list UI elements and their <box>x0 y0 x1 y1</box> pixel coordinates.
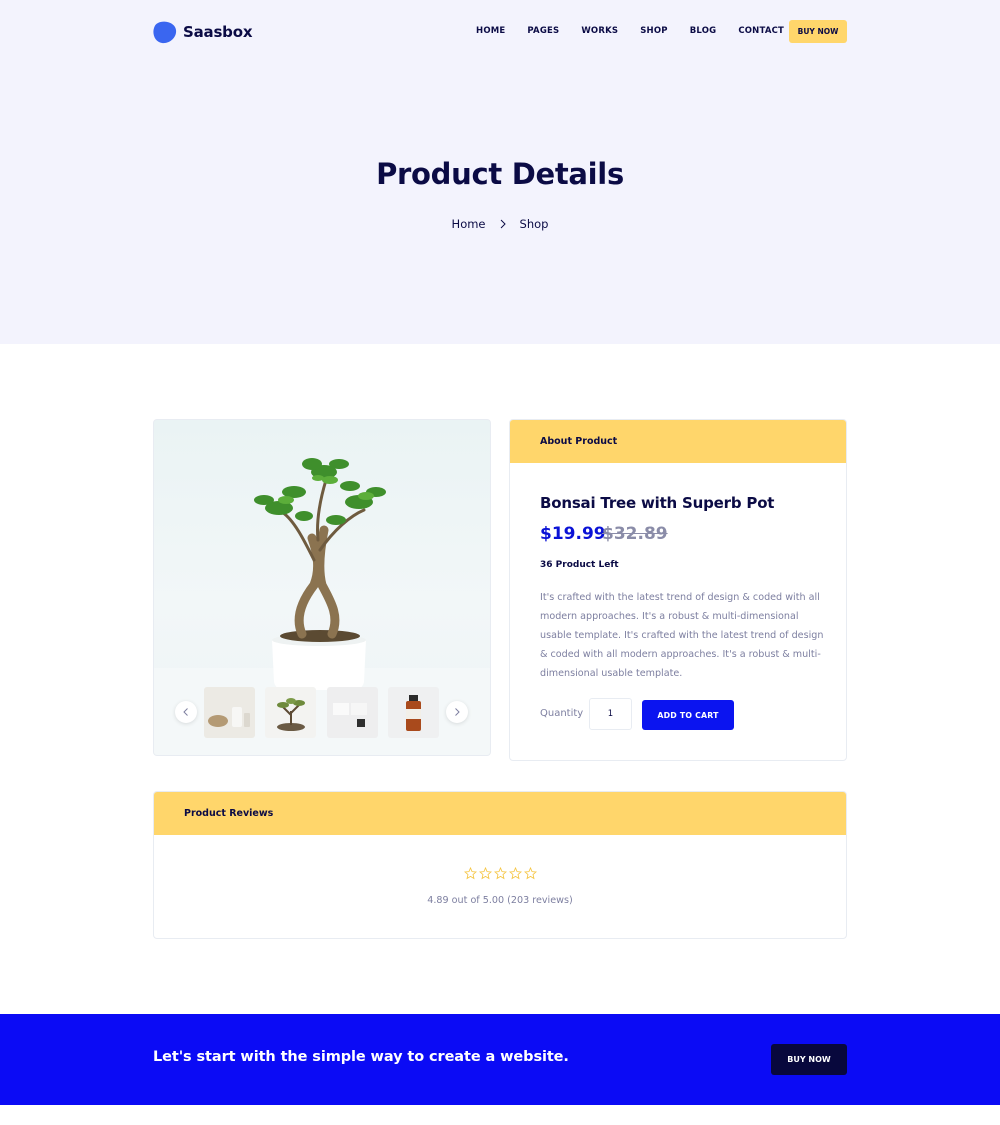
logo-icon <box>153 21 177 44</box>
product-name: Bonsai Tree with Superb Pot <box>540 494 775 512</box>
chevron-right-icon <box>500 219 506 229</box>
page-title: Product Details <box>376 157 624 191</box>
main-nav: HOME PAGES WORKS SHOP BLOG CONTACT <box>476 20 806 42</box>
thumbnail-1[interactable] <box>204 687 255 738</box>
cta-text: Let's start with the simple way to creat… <box>153 1049 569 1065</box>
about-product-card: About Product Bonsai Tree with Superb Po… <box>509 419 847 761</box>
gallery-next-button[interactable] <box>446 701 468 723</box>
thumb-bottle-image <box>388 687 439 738</box>
nav-item-home[interactable]: HOME <box>476 26 505 36</box>
thumbnail-2[interactable] <box>265 687 316 738</box>
nav-item-shop[interactable]: SHOP <box>640 26 668 36</box>
stock-count: 36 Product Left <box>540 560 619 570</box>
thumb-bonsai-image <box>265 687 316 738</box>
nav-item-works[interactable]: WORKS <box>581 26 618 36</box>
product-reviews-card: Product Reviews 4.89 out of 5.00 (203 re… <box>153 791 847 939</box>
add-to-cart-button[interactable]: ADD TO CART <box>642 700 734 730</box>
product-price: $19.99 <box>540 524 606 544</box>
star-icon <box>523 867 537 880</box>
product-reviews-header: Product Reviews <box>154 792 846 835</box>
thumb-boxes-image <box>327 687 378 738</box>
star-icon <box>478 867 492 880</box>
brand-name: Saasbox <box>183 23 253 41</box>
chevron-left-icon <box>183 708 188 716</box>
product-description: It's crafted with the latest trend of de… <box>540 592 824 679</box>
product-gallery <box>153 419 491 756</box>
hero-section: Saasbox HOME PAGES WORKS SHOP BLOG CONTA… <box>0 0 1000 344</box>
breadcrumb-home[interactable]: Home <box>452 217 486 231</box>
star-icon <box>493 867 507 880</box>
star-icon <box>463 867 477 880</box>
star-icon <box>508 867 522 880</box>
cta-banner: Let's start with the simple way to creat… <box>0 1014 1000 1105</box>
nav-item-blog[interactable]: BLOG <box>690 26 717 36</box>
nav-item-pages[interactable]: PAGES <box>527 26 559 36</box>
logo[interactable]: Saasbox <box>153 19 252 45</box>
gallery-prev-button[interactable] <box>175 701 197 723</box>
about-product-header: About Product <box>510 420 846 463</box>
quantity-label: Quantity <box>540 708 584 719</box>
chevron-right-icon <box>455 708 460 716</box>
nav-item-contact[interactable]: CONTACT <box>738 26 784 36</box>
rating-stars <box>154 867 846 880</box>
thumb-items-image <box>204 687 255 738</box>
thumbnail-3[interactable] <box>327 687 378 738</box>
buy-now-button[interactable]: BUY NOW <box>789 20 847 43</box>
breadcrumb: Home Shop <box>0 217 1000 231</box>
product-old-price: $32.89 <box>602 524 668 544</box>
rating-summary: 4.89 out of 5.00 (203 reviews) <box>427 895 573 906</box>
breadcrumb-shop[interactable]: Shop <box>520 217 549 231</box>
thumbnail-4[interactable] <box>388 687 439 738</box>
cta-buy-now-button[interactable]: BUY NOW <box>771 1044 847 1075</box>
quantity-input[interactable] <box>589 698 632 730</box>
